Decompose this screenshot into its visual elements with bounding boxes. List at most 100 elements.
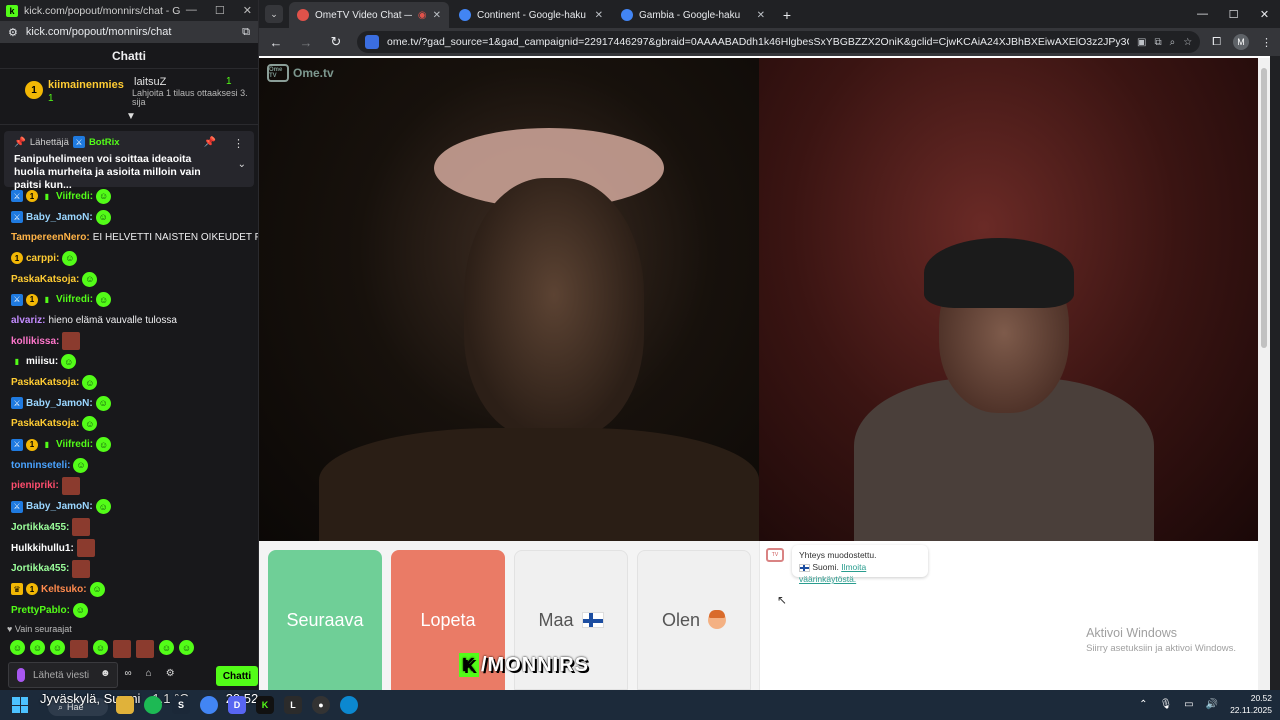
chat-username[interactable]: tonninseteli:: [11, 460, 70, 471]
discord-icon[interactable]: D: [228, 696, 246, 714]
emote-picker-icon[interactable]: ☻: [100, 668, 111, 679]
expand-leaderboard-icon[interactable]: ▼: [126, 111, 136, 122]
emote-icon: ☺: [82, 416, 98, 432]
steam-icon[interactable]: S: [172, 696, 190, 714]
site-settings-icon[interactable]: ⚙: [8, 26, 18, 39]
microphone-icon: [17, 668, 25, 682]
page-scrollbar[interactable]: [1258, 58, 1270, 690]
translate-icon[interactable]: ⧉: [242, 26, 250, 39]
chat-message: ⚔ 1 ▮ Viifredi: ☺: [0, 289, 258, 310]
forward-icon[interactable]: →: [297, 35, 315, 50]
chat-username[interactable]: Jortikka455:: [11, 522, 69, 533]
file-explorer-icon[interactable]: [116, 696, 134, 714]
more-options-icon[interactable]: ⋮: [233, 137, 244, 150]
chat-username[interactable]: Jortikka455:: [11, 563, 69, 574]
tab-continent[interactable]: Continent - Google-haku ✕: [451, 2, 611, 28]
maximize-icon[interactable]: ☐: [1218, 0, 1249, 28]
tab-search-icon[interactable]: ⌄: [265, 5, 283, 23]
emote-icon[interactable]: [136, 640, 154, 658]
emote-icon[interactable]: ☺: [179, 640, 194, 655]
close-icon[interactable]: ✕: [243, 4, 252, 17]
chat-settings-icon[interactable]: ⚙: [166, 668, 175, 679]
leaderboard-second-name[interactable]: laitsuZ: [134, 76, 166, 88]
chat-username[interactable]: Viifredi:: [56, 294, 93, 305]
clock-time: 20.52: [1250, 693, 1272, 703]
chat-username[interactable]: Baby_JamoN:: [26, 212, 93, 223]
emote-icon[interactable]: ☺: [50, 640, 65, 655]
microphone-tray-icon[interactable]: 🎙: [1159, 699, 1172, 710]
reload-icon[interactable]: ↻: [327, 34, 345, 50]
chat-username[interactable]: carppi:: [26, 253, 59, 264]
address-bar[interactable]: ome.tv/?gad_source=1&gad_campaignid=2291…: [357, 31, 1201, 53]
chat-username[interactable]: alvariz:: [11, 315, 45, 326]
minimize-icon[interactable]: —: [186, 4, 197, 17]
new-tab-icon[interactable]: +: [775, 2, 799, 28]
minimize-icon[interactable]: —: [1187, 0, 1218, 28]
bookmark-star-icon[interactable]: ☆: [1183, 37, 1192, 48]
chat-username[interactable]: Viifredi:: [56, 191, 93, 202]
spotify-icon[interactable]: [144, 696, 162, 714]
close-icon[interactable]: ✕: [1249, 0, 1280, 28]
maximize-icon[interactable]: ☐: [215, 4, 225, 17]
gender-selector[interactable]: Olen: [637, 550, 751, 690]
close-tab-icon[interactable]: ✕: [433, 10, 441, 21]
send-chat-button[interactable]: Chatti: [216, 666, 258, 686]
unpin-icon[interactable]: 📌: [204, 137, 216, 148]
browser-toolbar: ← → ↻ ome.tv/?gad_source=1&gad_campaigni…: [259, 28, 1280, 56]
close-tab-icon[interactable]: ✕: [595, 10, 603, 21]
chat-username[interactable]: kollikissa:: [11, 336, 59, 347]
chat-username[interactable]: Hulkkihullu1:: [11, 543, 74, 554]
close-tab-icon[interactable]: ✕: [757, 10, 765, 21]
translate-icon[interactable]: ⧉: [1154, 37, 1161, 48]
emote-icon[interactable]: ☺: [30, 640, 45, 655]
sub-gift-leaderboard: 1 kiimainenmies 1 laitsuZ 1 Lahjoita 1 t…: [0, 69, 258, 125]
tab-ometv[interactable]: OmeTV Video Chat — Ome ◉ ✕: [289, 2, 449, 28]
chat-username[interactable]: PaskaKatsoja:: [11, 418, 79, 429]
back-icon[interactable]: ←: [267, 35, 285, 50]
chat-username[interactable]: miiisu:: [26, 356, 58, 367]
next-button[interactable]: Seuraava: [268, 550, 382, 690]
tray-overflow-icon[interactable]: ⌃: [1139, 699, 1147, 710]
network-icon[interactable]: ▭: [1184, 699, 1193, 710]
pinned-bot-name[interactable]: BotRix: [89, 137, 120, 148]
chat-username[interactable]: Baby_JamoN:: [26, 398, 93, 409]
chat-header: Chatti: [0, 43, 258, 69]
chat-username[interactable]: PaskaKatsoja:: [11, 274, 79, 285]
leaderboard-first-name[interactable]: kiimainenmies: [48, 79, 124, 91]
emote-icon[interactable]: ☺: [93, 640, 108, 655]
tab-gambia[interactable]: Gambia - Google-haku ✕: [613, 2, 773, 28]
zoom-icon[interactable]: ⌕: [1170, 37, 1176, 48]
chat-username[interactable]: TampereenNero:: [11, 232, 90, 243]
app-icon[interactable]: L: [284, 696, 302, 714]
expand-pinned-icon[interactable]: ⌄: [238, 159, 246, 170]
store-icon[interactable]: ⌂: [146, 668, 152, 679]
collaboration-icon[interactable]: ∞: [125, 668, 132, 679]
emote-icon[interactable]: ☺: [159, 640, 174, 655]
start-button[interactable]: [0, 690, 40, 720]
activation-title: Aktivoi Windows: [1086, 626, 1178, 640]
chat-username[interactable]: Baby_JamoN:: [26, 501, 93, 512]
chrome-icon[interactable]: [200, 696, 218, 714]
obs-icon[interactable]: ●: [312, 696, 330, 714]
scrollbar-thumb[interactable]: [1261, 68, 1267, 348]
site-info-icon[interactable]: [365, 35, 379, 49]
emote-icon[interactable]: [70, 640, 88, 658]
chat-username[interactable]: PrettyPablo:: [11, 605, 70, 616]
taskbar-clock[interactable]: 20.52 22.11.2025: [1230, 692, 1272, 716]
extensions-icon[interactable]: ⧠: [1212, 36, 1221, 49]
chat-username[interactable]: PaskaKatsoja:: [11, 377, 79, 388]
chat-username[interactable]: Viifredi:: [56, 439, 93, 450]
chat-message: kollikissa:: [0, 331, 258, 352]
camera-in-use-icon[interactable]: ▣: [1137, 37, 1146, 48]
volume-icon[interactable]: 🔊: [1206, 699, 1218, 710]
edge-icon[interactable]: [340, 696, 358, 714]
kick-app-icon[interactable]: K: [256, 696, 274, 714]
chat-username[interactable]: pienipriki:: [11, 480, 59, 491]
emote-icon: ☺: [62, 250, 78, 266]
emote-icon: [72, 518, 91, 537]
chat-username[interactable]: Keltsuko:: [41, 584, 87, 595]
browser-menu-icon[interactable]: ⋮: [1261, 36, 1272, 49]
emote-icon[interactable]: ☺: [10, 640, 25, 655]
emote-icon[interactable]: [113, 640, 131, 658]
profile-avatar[interactable]: M: [1233, 34, 1249, 50]
